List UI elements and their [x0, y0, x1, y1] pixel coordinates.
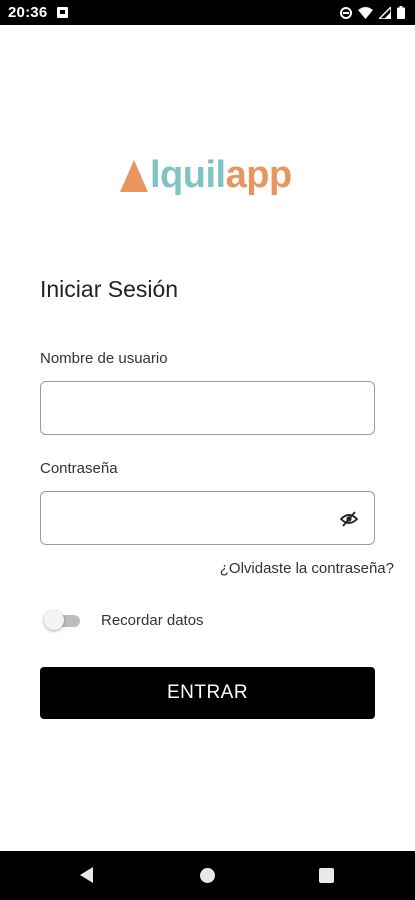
do-not-disturb-icon	[340, 6, 352, 19]
remember-label: Recordar datos	[101, 612, 204, 629]
username-input[interactable]	[41, 382, 374, 434]
password-input[interactable]	[41, 492, 374, 544]
toggle-knob	[44, 610, 64, 630]
password-field-container	[40, 491, 375, 545]
navigation-bar	[0, 851, 415, 900]
battery-icon	[397, 6, 405, 19]
signal-icon	[379, 6, 391, 19]
username-label: Nombre de usuario	[40, 350, 168, 367]
back-icon[interactable]	[80, 867, 93, 883]
logo-triangle-icon	[120, 160, 148, 192]
page-title: Iniciar Sesión	[40, 276, 179, 302]
home-icon[interactable]	[200, 868, 215, 883]
wifi-icon	[358, 6, 373, 19]
logo-text-part1: lquil	[150, 154, 226, 196]
forgot-password-link[interactable]: ¿Olvidaste la contraseña?	[220, 560, 394, 577]
notification-icon	[57, 7, 69, 18]
status-bar: 20:36	[0, 0, 415, 25]
logo-text-part2: app	[225, 154, 293, 196]
logo-text: lquilapp	[150, 152, 292, 198]
app-logo: lquilapp	[120, 148, 292, 198]
visibility-off-icon[interactable]	[340, 511, 358, 527]
password-label: Contraseña	[40, 460, 118, 477]
remember-toggle[interactable]	[44, 610, 80, 630]
submit-button[interactable]: ENTRAR	[40, 667, 375, 719]
username-field-container	[40, 381, 375, 435]
recents-icon[interactable]	[319, 868, 334, 883]
status-time: 20:36	[8, 4, 48, 21]
